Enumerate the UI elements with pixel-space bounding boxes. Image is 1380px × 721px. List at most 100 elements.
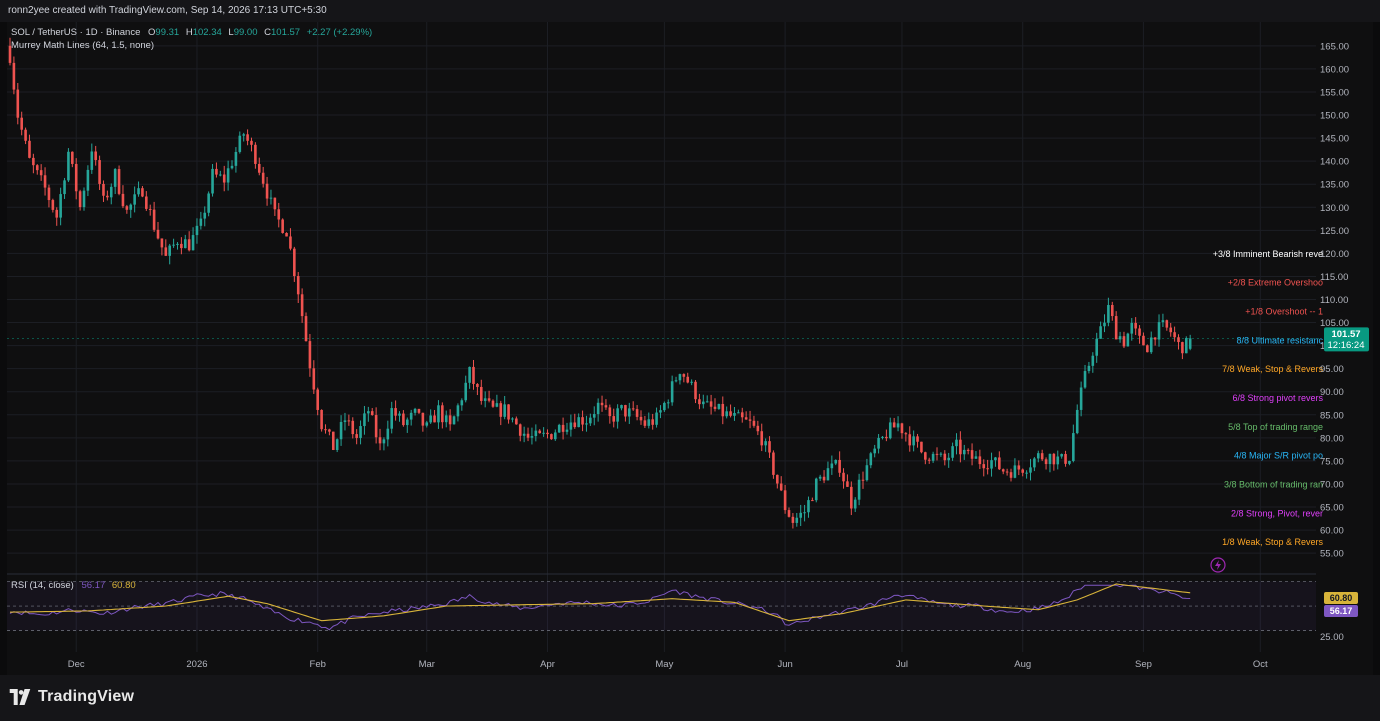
candle-body xyxy=(585,423,588,425)
rsi-ma-badge-value: 60.80 xyxy=(1330,593,1353,603)
candle-body xyxy=(663,402,666,411)
candle-body xyxy=(1079,387,1083,410)
candle-body xyxy=(709,401,713,407)
bar-countdown: 12:16:24 xyxy=(1328,340,1365,351)
candle-body xyxy=(690,381,693,383)
candle-body xyxy=(121,193,125,207)
candle-body xyxy=(939,453,943,455)
candle-body xyxy=(927,459,931,461)
candle-body xyxy=(779,483,783,491)
candle-body xyxy=(1044,459,1048,465)
candle-body xyxy=(1122,336,1126,347)
candle-body xyxy=(959,439,962,455)
candle-body xyxy=(924,452,927,460)
candle-body xyxy=(47,187,51,201)
last-price-badge: 101.57 12:16:24 xyxy=(1324,327,1369,352)
price-chart[interactable]: +3/8 Imminent Bearish reve +2/8 Extreme O… xyxy=(7,22,1373,675)
candle-body xyxy=(639,416,643,421)
rsi-legend[interactable]: RSI (14, close) 56.17 60.80 xyxy=(11,580,136,591)
candle-body xyxy=(74,163,78,192)
candle-body xyxy=(1099,326,1102,339)
chart-panel[interactable]: +3/8 Imminent Bearish reve +2/8 Extreme O… xyxy=(7,22,1373,675)
candle-body xyxy=(1087,365,1091,372)
candle-body xyxy=(316,389,320,410)
candle-body xyxy=(787,510,791,517)
y-tick-label: 150.00 xyxy=(1320,111,1349,122)
murrey-level-label: 7/8 Weak, Stop & Revers xyxy=(1222,364,1323,374)
y-tick-label: 165.00 xyxy=(1320,41,1349,52)
candle-body xyxy=(705,401,709,403)
symbol-legend[interactable]: SOL / TetherUS · 1D · Binance O99.31 H10… xyxy=(11,27,372,38)
candle-body xyxy=(363,413,366,427)
candle-body xyxy=(472,366,475,384)
candle-body xyxy=(986,468,989,470)
candle-body xyxy=(1173,332,1176,338)
candle-body xyxy=(888,422,892,439)
candle-body xyxy=(417,408,421,413)
candle-body xyxy=(324,429,327,431)
candle-body xyxy=(491,400,495,407)
candle-body xyxy=(982,464,986,469)
candle-body xyxy=(495,403,499,407)
candle-body xyxy=(674,380,678,382)
candle-body xyxy=(589,417,592,424)
candle-body xyxy=(764,441,767,446)
candle-body xyxy=(32,157,35,166)
candle-body xyxy=(1177,337,1180,343)
tradingview-brand[interactable]: TradingView xyxy=(8,688,134,706)
candle-body xyxy=(592,414,596,418)
rsi-legend-label: RSI (14, close) xyxy=(11,580,74,591)
candle-body xyxy=(530,436,534,438)
indicator-legend[interactable]: Murrey Math Lines (64, 1.5, none) xyxy=(11,40,154,51)
candle-body xyxy=(1153,337,1157,340)
candle-body xyxy=(222,174,226,183)
candle-body xyxy=(1025,472,1028,474)
candle-body xyxy=(1107,305,1110,323)
candle-body xyxy=(702,401,705,405)
murrey-level-label: 8/8 Ultimate resistanc xyxy=(1236,335,1323,345)
lightning-icon[interactable] xyxy=(1210,557,1226,573)
candle-body xyxy=(1036,453,1040,459)
candle-body xyxy=(569,422,573,430)
candle-body xyxy=(1188,338,1192,349)
candle-body xyxy=(678,374,682,381)
rsi-y-tick-label: 25.00 xyxy=(1320,632,1344,643)
candle-body xyxy=(328,429,331,432)
candle-body xyxy=(1005,471,1009,473)
candle-body xyxy=(1138,328,1141,336)
y-tick-label: 125.00 xyxy=(1320,226,1349,237)
y-tick-label: 155.00 xyxy=(1320,87,1349,98)
rsi-legend-value1: 56.17 xyxy=(81,580,105,591)
candle-body xyxy=(24,129,27,141)
candle-body xyxy=(737,412,740,414)
candle-body xyxy=(931,453,935,461)
murrey-level-label: 1/8 Weak, Stop & Revers xyxy=(1222,537,1323,547)
candle-body xyxy=(776,474,779,484)
x-tick-label: May xyxy=(655,659,673,670)
candle-body xyxy=(199,218,203,226)
candle-body xyxy=(16,89,20,118)
candle-body xyxy=(651,419,654,425)
candle-body xyxy=(581,417,584,425)
candle-body xyxy=(320,409,323,430)
candle-body xyxy=(744,417,748,420)
candle-body xyxy=(78,191,82,208)
y-tick-label: 135.00 xyxy=(1320,180,1349,191)
murrey-level-label: +2/8 Extreme Overshoo xyxy=(1228,278,1323,288)
candle-body xyxy=(772,452,775,475)
candle-body xyxy=(865,465,869,481)
candle-body xyxy=(180,243,183,249)
candle-body xyxy=(799,512,802,518)
y-tick-label: 70.00 xyxy=(1320,479,1344,490)
candle-body xyxy=(1134,322,1137,329)
candle-body xyxy=(729,411,732,416)
candle-body xyxy=(125,206,129,210)
candle-body xyxy=(814,478,818,501)
candle-body xyxy=(1118,336,1122,340)
candle-body xyxy=(733,412,736,416)
candle-body xyxy=(1017,465,1021,470)
candle-body xyxy=(1021,469,1024,473)
candle-body xyxy=(254,144,257,164)
candle-body xyxy=(1083,371,1087,388)
rsi-ma-badge: 60.80 xyxy=(1324,592,1358,604)
